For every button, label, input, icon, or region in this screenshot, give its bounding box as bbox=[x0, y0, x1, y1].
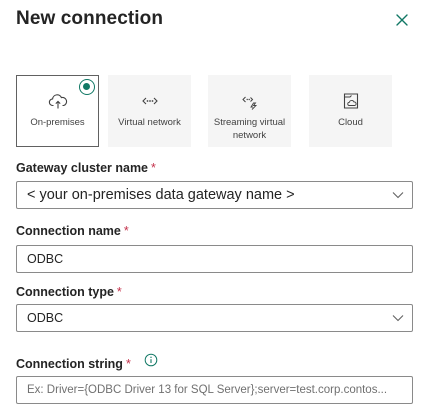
tile-label: On-premises bbox=[30, 117, 85, 128]
connection-string-input[interactable]: Ex: Driver={ODBC Driver 13 for SQL Serve… bbox=[16, 376, 413, 404]
panel-title: New connection bbox=[16, 8, 164, 29]
connection-name-label: Connection name * bbox=[16, 224, 129, 238]
connection-name-input[interactable]: ODBC bbox=[16, 245, 413, 273]
virtual-network-icon bbox=[141, 97, 158, 105]
tile-streaming-virtual-network[interactable]: Streaming virtual network bbox=[208, 75, 291, 147]
cloud-report-icon bbox=[343, 93, 358, 109]
connection-type-value: ODBC bbox=[27, 311, 64, 325]
close-icon[interactable] bbox=[394, 12, 410, 28]
chevron-down-icon bbox=[392, 315, 404, 322]
connection-string-placeholder: Ex: Driver={ODBC Driver 13 for SQL Serve… bbox=[27, 384, 388, 396]
tile-cloud[interactable]: Cloud bbox=[309, 75, 392, 147]
connection-type-label: Connection type * bbox=[16, 285, 122, 299]
connection-string-label: Connection string * bbox=[16, 357, 131, 371]
chevron-down-icon bbox=[392, 192, 404, 199]
tile-label: Virtual network bbox=[118, 117, 181, 128]
tile-label: Cloud bbox=[338, 117, 363, 128]
cloud-upload-icon bbox=[48, 94, 67, 109]
gateway-dropdown[interactable]: < your on-premises data gateway name > bbox=[16, 181, 413, 209]
gateway-value: < your on-premises data gateway name > bbox=[27, 187, 295, 203]
tile-on-premises[interactable]: On-premises bbox=[16, 75, 99, 147]
tile-label: Streaming virtual network bbox=[213, 117, 286, 141]
connection-name-value: ODBC bbox=[27, 252, 64, 266]
info-icon[interactable] bbox=[144, 353, 158, 367]
new-connection-panel: New connection On-premises Virtual netwo… bbox=[0, 0, 431, 412]
selected-radio-icon bbox=[79, 79, 95, 95]
streaming-network-icon bbox=[241, 96, 257, 110]
tile-virtual-network[interactable]: Virtual network bbox=[108, 75, 191, 147]
connection-type-dropdown[interactable]: ODBC bbox=[16, 304, 413, 332]
gateway-label: Gateway cluster name * bbox=[16, 161, 156, 175]
